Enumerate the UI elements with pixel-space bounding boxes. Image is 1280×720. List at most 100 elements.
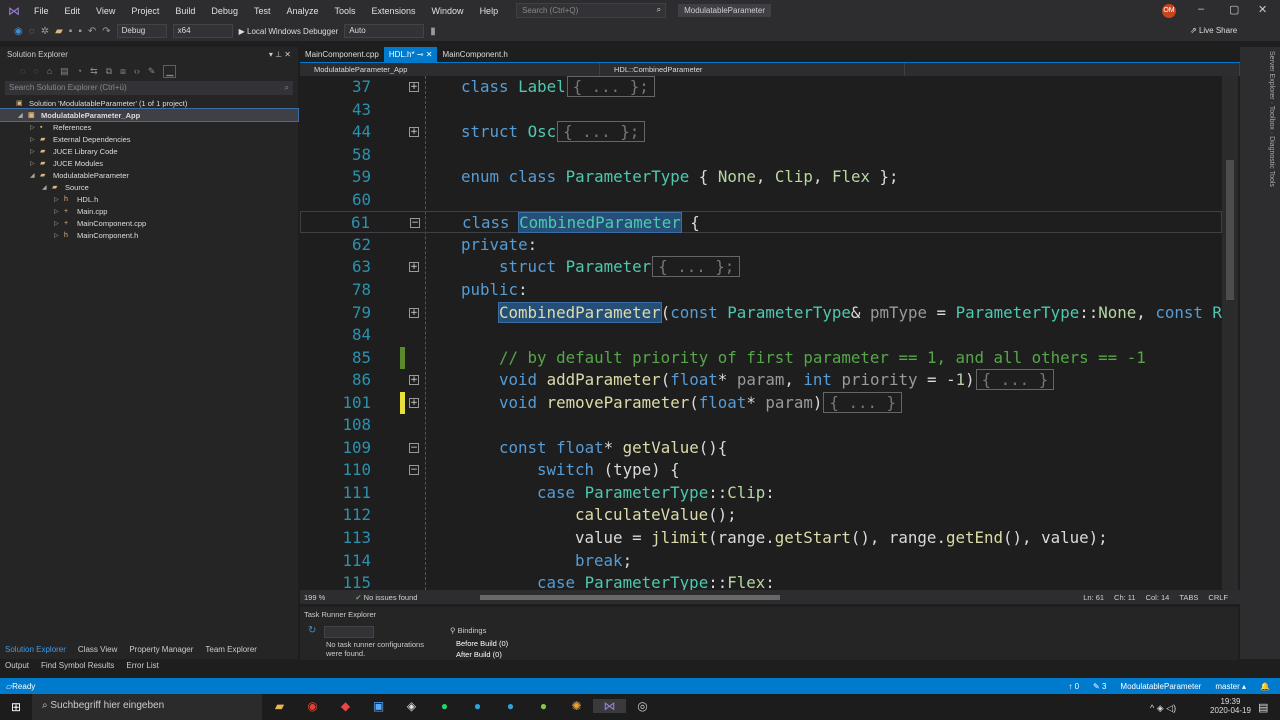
menu-help[interactable]: Help [472, 6, 507, 16]
collapsed-region[interactable]: { ... }; [652, 256, 741, 278]
collapse-icon[interactable]: − [410, 218, 420, 229]
app-icon[interactable]: ▣ [362, 699, 395, 713]
expand-arrow-icon[interactable]: ▷ [54, 196, 64, 203]
branch-name[interactable]: master ▴ [1215, 682, 1246, 691]
tab-team-explorer[interactable]: Team Explorer [205, 645, 257, 654]
tab-output[interactable]: Output [5, 661, 29, 670]
tree-item[interactable]: ▷ ▰ JUCE Modules [0, 157, 298, 169]
taskbar-search[interactable]: ⌕ Suchbegriff hier eingeben [32, 694, 262, 720]
windows-start-icon[interactable]: ⊞ [0, 700, 32, 714]
app-icon[interactable]: ◈ [395, 699, 428, 713]
chrome-icon[interactable]: ◉ [296, 699, 329, 713]
tree-item[interactable]: ▷ h HDL.h [0, 193, 298, 205]
tab-find-symbol-results[interactable]: Find Symbol Results [41, 661, 114, 670]
expand-arrow-icon[interactable]: ▷ [30, 148, 40, 155]
menu-debug[interactable]: Debug [203, 6, 246, 16]
tab-error-list[interactable]: Error List [126, 661, 158, 670]
collapsed-region[interactable]: { ... } [975, 369, 1055, 391]
telegram-icon[interactable]: ● [461, 699, 494, 713]
expand-arrow-icon[interactable]: ◢ [42, 184, 52, 191]
expand-icon[interactable]: + [409, 82, 419, 92]
expand-icon[interactable]: + [409, 375, 419, 386]
horizontal-scroll-thumb[interactable] [480, 595, 780, 600]
before-build[interactable]: Before Build (0) [456, 639, 508, 648]
project-dropdown[interactable]: ModulatableParameter_App [300, 63, 600, 76]
menu-test[interactable]: Test [246, 6, 279, 16]
obs-icon[interactable]: ◎ [626, 699, 659, 713]
tab-class-view[interactable]: Class View [78, 645, 117, 654]
vertical-scroll-thumb[interactable] [1226, 160, 1234, 300]
tree-item[interactable]: ◢ ▰ ModulatableParameter [0, 169, 298, 181]
save-all-icon[interactable]: ▪ [78, 26, 82, 37]
panel-controls[interactable]: ▾ ⊥ ✕ [269, 50, 291, 60]
expand-arrow-icon[interactable]: ◢ [30, 172, 40, 179]
menu-view[interactable]: View [88, 6, 123, 16]
project-select[interactable] [324, 626, 374, 638]
tree-item[interactable]: ◢ ▰ Source [0, 181, 298, 193]
close-button[interactable]: ✕ [1258, 3, 1267, 16]
expand-icon[interactable]: + [409, 127, 419, 138]
menu-file[interactable]: File [26, 6, 57, 16]
code-editor[interactable]: 37 + class Label{ ... }; 43 44 + struct Osc{ .… [300, 76, 1222, 590]
show-all-icon[interactable]: ⧈ [120, 66, 126, 77]
indent-mode[interactable]: TABS [1179, 593, 1198, 602]
collapse-icon[interactable]: − [409, 465, 419, 476]
new-project-icon[interactable]: ✲ [41, 26, 49, 37]
menu-window[interactable]: Window [424, 6, 472, 16]
file-explorer-icon[interactable]: ▰ [263, 699, 296, 713]
menu-project[interactable]: Project [123, 6, 167, 16]
tree-item[interactable]: ▷ h MainComponent.h [0, 229, 298, 241]
repo-name[interactable]: ModulatableParameter [1120, 682, 1201, 691]
app-icon[interactable]: ◆ [329, 699, 362, 713]
line-ending[interactable]: CRLF [1208, 593, 1228, 602]
maximize-button[interactable]: ▢ [1229, 3, 1239, 16]
changes-count[interactable]: ✎ 3 [1093, 682, 1106, 691]
after-build[interactable]: After Build (0) [456, 650, 502, 659]
run-debugger-button[interactable]: ▶ Local Windows Debugger [239, 27, 339, 36]
expand-icon[interactable]: + [409, 397, 419, 408]
editor-tab[interactable]: MainComponent.h [437, 47, 512, 62]
tab-property-manager[interactable]: Property Manager [129, 645, 193, 654]
vertical-scrollbar[interactable] [1222, 76, 1238, 590]
bindings-tab[interactable]: ⚲ Bindings [450, 626, 486, 635]
expand-arrow-icon[interactable]: ▷ [54, 208, 64, 215]
collapse-icon[interactable]: ⧉ [106, 66, 112, 77]
collapsed-region[interactable]: { ... }; [566, 76, 655, 97]
preview-icon[interactable]: ▁ [163, 64, 177, 78]
tree-item[interactable]: ▣ Solution 'ModulatableParameter' (1 of 1… [0, 97, 298, 109]
expand-arrow-icon[interactable]: ▷ [54, 220, 64, 227]
issues-indicator[interactable]: ✔ No issues found [355, 593, 417, 602]
editor-tab[interactable]: MainComponent.cpp [300, 47, 384, 62]
tree-item[interactable]: ▷ + MainComponent.cpp [0, 217, 298, 229]
tree-item[interactable]: ▷ + Main.cpp [0, 205, 298, 217]
action-center-icon[interactable]: ▤ [1258, 701, 1268, 714]
redo-icon[interactable]: ↷ [102, 26, 110, 37]
android-studio-icon[interactable]: ● [527, 699, 560, 713]
back-icon[interactable]: ◉ [14, 26, 23, 37]
save-icon[interactable]: ▪ [69, 26, 73, 37]
bookmark-icon[interactable]: ▮ [430, 26, 436, 37]
tray-icons[interactable]: ^ ◈ ◁) [1150, 703, 1176, 714]
home-icon[interactable]: ⌂ [47, 66, 52, 76]
tree-item[interactable]: ▷ ▰ JUCE Library Code [0, 145, 298, 157]
platform-select[interactable]: x64 [172, 24, 233, 38]
expand-arrow-icon[interactable]: ▷ [30, 160, 40, 167]
scope-dropdown[interactable]: HDL::CombinedParameter [600, 63, 905, 76]
config-select[interactable]: Debug [116, 24, 167, 38]
solution-search-input[interactable]: Search Solution Explorer (Ctrl+ü) ⌕ [5, 81, 293, 95]
refresh-icon[interactable]: ↻ [308, 625, 316, 636]
open-icon[interactable]: ▰ [55, 26, 63, 37]
switch-views-icon[interactable]: ▤ [60, 66, 69, 77]
collapsed-region[interactable]: { ... }; [557, 121, 646, 143]
forward-icon[interactable]: ◌ [33, 66, 38, 76]
menu-edit[interactable]: Edit [57, 6, 89, 16]
expand-arrow-icon[interactable]: ▷ [30, 124, 40, 131]
expand-arrow-icon[interactable]: ▷ [54, 232, 64, 239]
clock[interactable]: 19:39 2020-04-19 [1210, 697, 1251, 715]
notification-icon[interactable]: 🔔 [1260, 682, 1270, 691]
visual-studio-icon[interactable]: ⋈ [593, 699, 626, 713]
push-count[interactable]: ↑ 0 [1068, 682, 1079, 691]
zoom-level[interactable]: 199 % [304, 593, 325, 602]
live-share-button[interactable]: ⇗ Live Share [1190, 26, 1237, 35]
menu-analyze[interactable]: Analyze [278, 6, 326, 16]
